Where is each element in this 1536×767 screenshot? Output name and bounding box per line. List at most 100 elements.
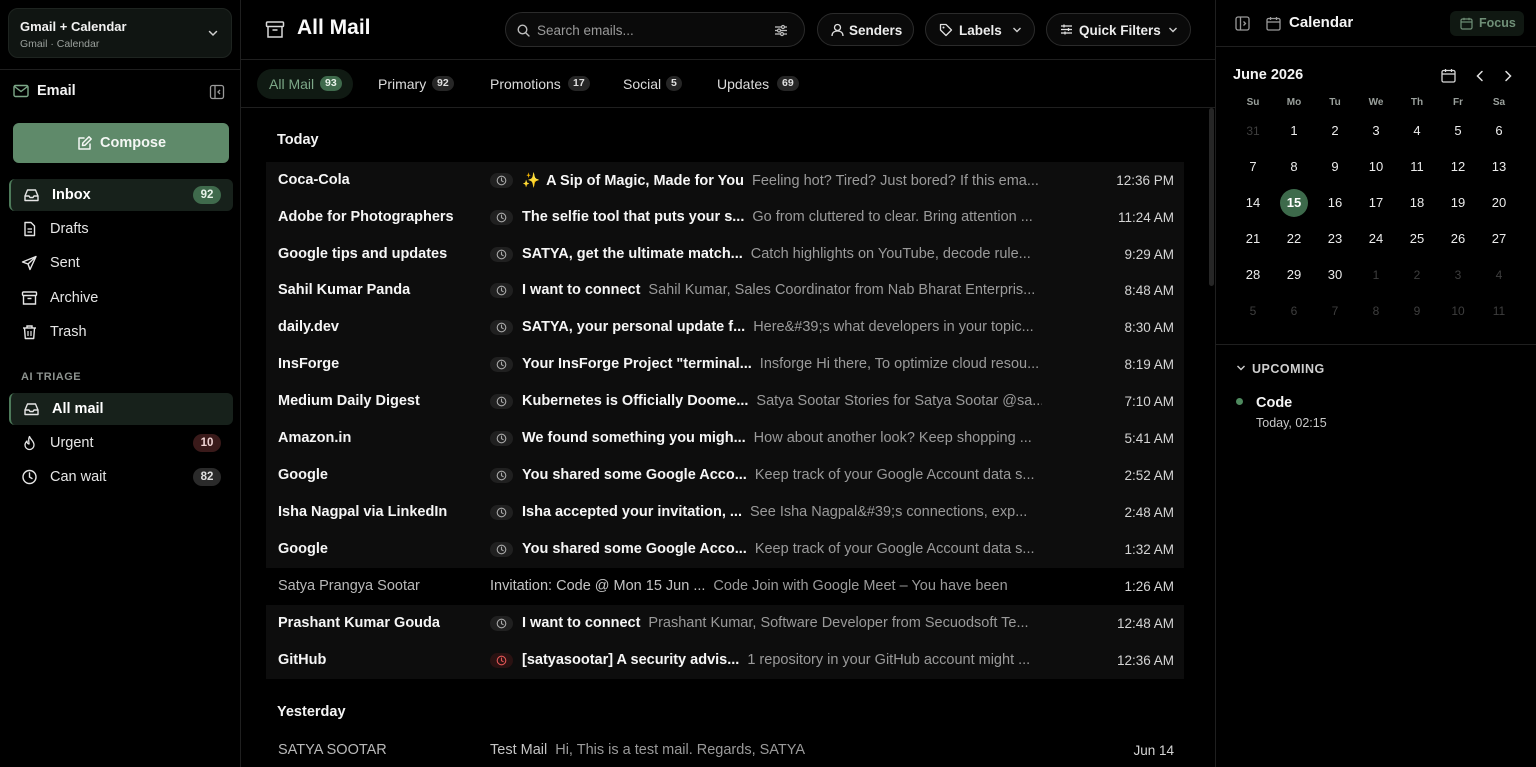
email-row[interactable]: Satya Prangya Sootar Invitation: Code @ M… (266, 568, 1184, 605)
focus-button[interactable]: Focus (1450, 11, 1524, 36)
calendar-day[interactable]: 2 (1402, 262, 1432, 288)
trash-icon (21, 324, 38, 340)
collapse-panel-icon[interactable] (1235, 16, 1250, 31)
calendar-day[interactable]: 23 (1320, 226, 1350, 252)
email-row[interactable]: Sahil Kumar Panda I want to connect Sahil … (266, 272, 1184, 309)
snooze-clock-icon[interactable] (490, 247, 513, 262)
sidebar-item-urgent[interactable]: Urgent 10 (9, 427, 233, 459)
calendar-day[interactable]: 26 (1443, 226, 1473, 252)
snooze-clock-icon[interactable] (490, 357, 513, 372)
sidebar-item-trash[interactable]: Trash (9, 316, 233, 348)
calendar-day[interactable]: 9 (1320, 154, 1350, 180)
email-row[interactable]: Coca-Cola ✨ A Sip of Magic, Made for You Fe… (266, 162, 1184, 199)
calendar-day[interactable]: 9 (1402, 298, 1432, 324)
email-row[interactable]: InsForge Your InsForge Project "terminal.… (266, 346, 1184, 383)
sidebar-item-all-mail[interactable]: All mail (9, 393, 233, 425)
snooze-clock-icon[interactable] (490, 283, 513, 298)
calendar-day[interactable]: 7 (1238, 154, 1268, 180)
calendar-day-selected[interactable]: 15 (1280, 189, 1308, 217)
calendar-day[interactable]: 25 (1402, 226, 1432, 252)
tab-updates[interactable]: Updates 69 (705, 69, 809, 99)
calendar-day[interactable]: 10 (1361, 154, 1391, 180)
calendar-day[interactable]: 29 (1279, 262, 1309, 288)
tab-all-mail[interactable]: All Mail 93 (257, 69, 353, 99)
calendar-day[interactable]: 6 (1279, 298, 1309, 324)
calendar-day[interactable]: 18 (1402, 190, 1432, 216)
calendar-day[interactable]: 5 (1443, 118, 1473, 144)
scrollbar[interactable] (1209, 108, 1214, 286)
calendar-day[interactable]: 1 (1361, 262, 1391, 288)
chevron-left-icon[interactable] (1475, 70, 1485, 82)
tab-social[interactable]: Social 5 (611, 69, 691, 99)
sidebar-item-drafts[interactable]: Drafts (9, 213, 233, 245)
calendar-day[interactable]: 11 (1484, 298, 1514, 324)
calendar-day[interactable]: 3 (1361, 118, 1391, 144)
calendar-day[interactable]: 4 (1402, 118, 1432, 144)
calendar-day[interactable]: 5 (1238, 298, 1268, 324)
snooze-clock-icon[interactable] (490, 542, 513, 557)
email-row[interactable]: Amazon.in We found something you migh... H… (266, 420, 1184, 457)
email-row[interactable]: Google tips and updates SATYA, get the ul… (266, 236, 1184, 273)
quick-filters-dropdown[interactable]: Quick Filters (1046, 13, 1191, 46)
sidebar-item-can-wait[interactable]: Can wait 82 (9, 461, 233, 493)
snooze-clock-icon[interactable] (490, 173, 513, 188)
calendar-day[interactable]: 10 (1443, 298, 1473, 324)
calendar-day[interactable]: 12 (1443, 154, 1473, 180)
calendar-day[interactable]: 2 (1320, 118, 1350, 144)
email-row[interactable]: Medium Daily Digest Kubernetes is Officia… (266, 383, 1184, 420)
email-row[interactable]: SATYA SOOTAR Test Mail Hi, This is a test … (266, 732, 1184, 767)
calendar-day[interactable]: 13 (1484, 154, 1514, 180)
calendar-day[interactable]: 3 (1443, 262, 1473, 288)
email-row[interactable]: Google You shared some Google Acco... Keep… (266, 531, 1184, 568)
calendar-day[interactable]: 19 (1443, 190, 1473, 216)
tab-promotions[interactable]: Promotions 17 (478, 69, 596, 99)
email-row[interactable]: daily.dev SATYA, your personal update f..… (266, 309, 1184, 346)
account-switcher[interactable]: Gmail + Calendar Gmail · Calendar (8, 8, 232, 58)
compose-button[interactable]: Compose (13, 123, 229, 163)
snooze-clock-icon[interactable] (490, 210, 513, 225)
calendar-day[interactable]: 1 (1279, 118, 1309, 144)
calendar-day[interactable]: 11 (1402, 154, 1432, 180)
senders-button[interactable]: Senders (817, 13, 914, 46)
collapse-sidebar-icon[interactable] (209, 84, 225, 100)
calendar-day[interactable]: 8 (1279, 154, 1309, 180)
calendar-day[interactable]: 21 (1238, 226, 1268, 252)
calendar-day[interactable]: 6 (1484, 118, 1514, 144)
email-row[interactable]: GitHub [satyasootar] A security advis... 1… (266, 642, 1184, 679)
snooze-clock-icon[interactable] (490, 616, 513, 631)
tab-primary[interactable]: Primary 92 (366, 69, 463, 99)
calendar-day[interactable]: 24 (1361, 226, 1391, 252)
snooze-clock-icon[interactable] (490, 431, 513, 446)
calendar-day[interactable]: 4 (1484, 262, 1514, 288)
email-row[interactable]: Google You shared some Google Acco... Keep… (266, 457, 1184, 494)
sidebar-item-sent[interactable]: Sent (9, 247, 233, 279)
upcoming-event[interactable]: Code Today, 02:15 (1236, 394, 1516, 434)
snooze-clock-icon[interactable] (490, 505, 513, 520)
sidebar-item-archive[interactable]: Archive (9, 282, 233, 314)
calendar-day[interactable]: 17 (1361, 190, 1391, 216)
date-picker-icon[interactable] (1441, 68, 1456, 83)
search-input[interactable] (537, 21, 767, 39)
calendar-day[interactable]: 30 (1320, 262, 1350, 288)
calendar-day[interactable]: 7 (1320, 298, 1350, 324)
chevron-right-icon[interactable] (1503, 70, 1513, 82)
sidebar-item-inbox[interactable]: Inbox 92 (9, 179, 233, 211)
calendar-day[interactable]: 20 (1484, 190, 1514, 216)
snooze-clock-icon[interactable] (490, 320, 513, 335)
email-row[interactable]: Isha Nagpal via LinkedIn Isha accepted yo… (266, 494, 1184, 531)
tab-label: All Mail (269, 76, 315, 92)
snooze-clock-icon[interactable] (490, 394, 513, 409)
snooze-clock-icon[interactable] (490, 468, 513, 483)
email-row[interactable]: Adobe for Photographers The selfie tool t… (266, 199, 1184, 236)
calendar-day[interactable]: 16 (1320, 190, 1350, 216)
calendar-day[interactable]: 8 (1361, 298, 1391, 324)
calendar-day[interactable]: 22 (1279, 226, 1309, 252)
email-row[interactable]: Prashant Kumar Gouda I want to connect Pra… (266, 605, 1184, 642)
calendar-day[interactable]: 28 (1238, 262, 1268, 288)
alert-icon[interactable] (490, 653, 513, 668)
labels-dropdown[interactable]: Labels (925, 13, 1035, 46)
search-options-icon[interactable] (774, 24, 788, 37)
calendar-day[interactable]: 31 (1238, 118, 1268, 144)
calendar-day[interactable]: 14 (1238, 190, 1268, 216)
calendar-day[interactable]: 27 (1484, 226, 1514, 252)
